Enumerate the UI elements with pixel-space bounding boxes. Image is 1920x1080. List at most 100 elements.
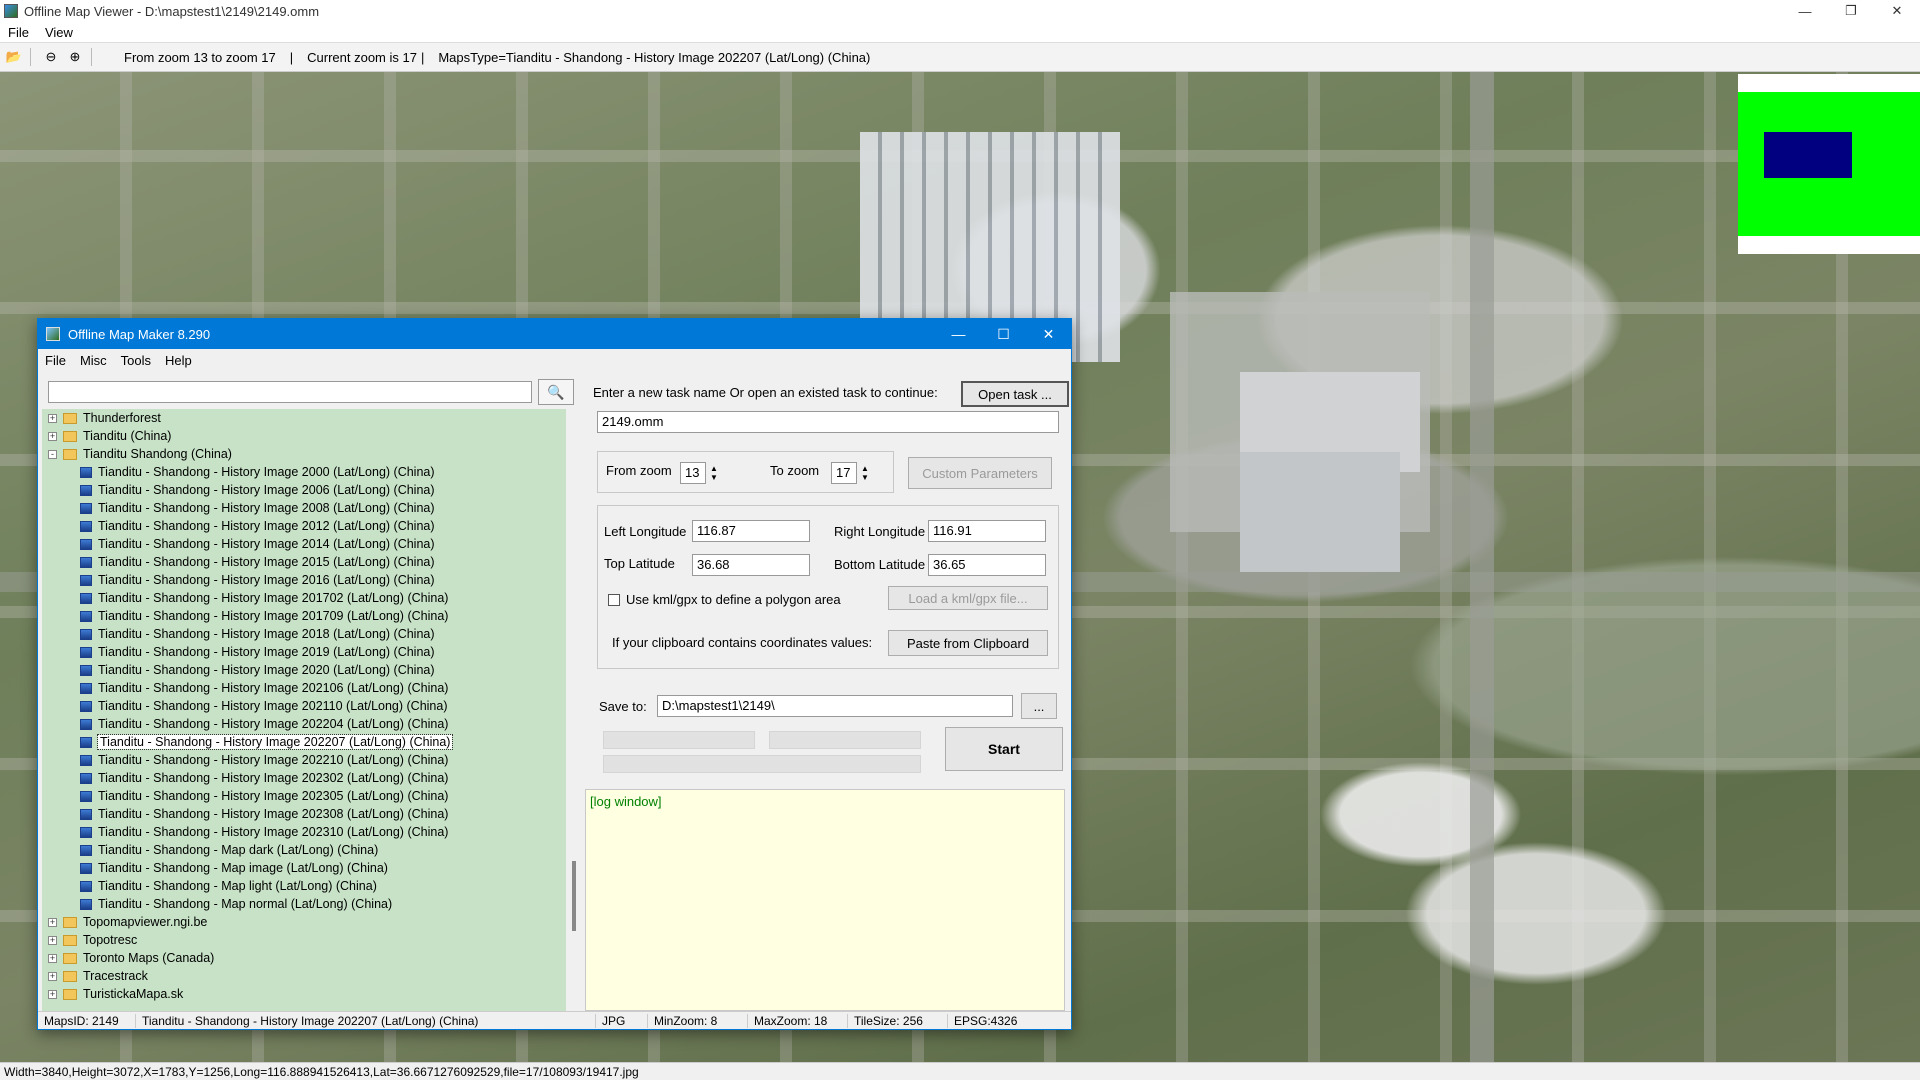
viewer-menu-view[interactable]: View bbox=[37, 25, 81, 40]
expand-icon[interactable]: + bbox=[48, 935, 57, 945]
tree-map-item[interactable]: Tianditu - Shandong - Map image (Lat/Lon… bbox=[42, 859, 566, 877]
scrollbar-thumb[interactable] bbox=[572, 861, 576, 931]
tree-map-item[interactable]: Tianditu - Shandong - History Image 2023… bbox=[42, 769, 566, 787]
right-longitude-field[interactable]: 116.91 bbox=[928, 520, 1046, 542]
maximize-icon[interactable]: ☐ bbox=[981, 319, 1026, 349]
zoom-out-icon[interactable]: ⊖ bbox=[41, 47, 61, 67]
custom-parameters-button[interactable]: Custom Parameters bbox=[908, 457, 1052, 489]
from-zoom-field[interactable]: 13 bbox=[680, 462, 706, 484]
map-icon bbox=[80, 808, 92, 820]
tree-folder-item[interactable]: + Thunderforest bbox=[42, 409, 566, 427]
tree-map-item[interactable]: Tianditu - Shandong - History Image 2016… bbox=[42, 571, 566, 589]
tree-folder-item[interactable]: + Topomapviewer.ngi.be bbox=[42, 913, 566, 931]
chevron-down-icon[interactable]: ▼ bbox=[710, 473, 718, 482]
chevron-up-icon[interactable]: ▲ bbox=[861, 464, 869, 473]
tree-map-item[interactable]: Tianditu - Shandong - History Image 2017… bbox=[42, 589, 566, 607]
browse-button[interactable]: ... bbox=[1021, 693, 1057, 719]
progress-bar bbox=[603, 755, 921, 773]
left-longitude-field[interactable]: 116.87 bbox=[692, 520, 810, 542]
bottom-latitude-field[interactable]: 36.65 bbox=[928, 554, 1046, 576]
tree-map-item[interactable]: Tianditu - Shandong - History Image 2008… bbox=[42, 499, 566, 517]
expand-icon[interactable]: + bbox=[48, 971, 57, 981]
maps-tree[interactable]: + Thunderforest + Tianditu (China) - Tianditu… bbox=[42, 409, 566, 1011]
status-tile-size: TileSize: 256 bbox=[848, 1013, 948, 1028]
viewer-status-bar: Width=3840,Height=3072,X=1783,Y=1256,Lon… bbox=[0, 1062, 1920, 1080]
map-icon bbox=[80, 736, 92, 748]
tree-scrollbar[interactable] bbox=[568, 409, 582, 1011]
expand-icon[interactable]: + bbox=[48, 917, 57, 927]
tree-map-item[interactable]: Tianditu - Shandong - History Image 2018… bbox=[42, 625, 566, 643]
tree-map-item[interactable]: Tianditu - Shandong - History Image 2022… bbox=[42, 733, 566, 751]
task-name-field[interactable]: 2149.omm bbox=[597, 411, 1059, 433]
start-button[interactable]: Start bbox=[945, 727, 1063, 771]
restore-icon[interactable]: ❐ bbox=[1828, 0, 1874, 22]
expand-icon[interactable]: + bbox=[48, 431, 57, 441]
tree-folder-item[interactable]: + TuristickaMapa.sk bbox=[42, 985, 566, 1003]
zoom-in-icon[interactable]: ⊕ bbox=[65, 47, 85, 67]
tree-map-item[interactable]: Tianditu - Shandong - History Image 2023… bbox=[42, 787, 566, 805]
tree-folder-item[interactable]: + Tianditu (China) bbox=[42, 427, 566, 445]
tree-map-item[interactable]: Tianditu - Shandong - History Image 2020… bbox=[42, 661, 566, 679]
search-button[interactable]: 🔍 bbox=[538, 379, 574, 405]
tree-folder-item[interactable]: + Topotresc bbox=[42, 931, 566, 949]
expand-icon[interactable]: + bbox=[48, 953, 57, 963]
tree-map-item[interactable]: Tianditu - Shandong - History Image 2021… bbox=[42, 697, 566, 715]
tree-item-label: TuristickaMapa.sk bbox=[83, 987, 184, 1001]
paste-from-clipboard-button[interactable]: Paste from Clipboard bbox=[888, 630, 1048, 656]
folder-icon bbox=[63, 430, 77, 442]
tree-item-label: Topomapviewer.ngi.be bbox=[83, 915, 208, 929]
chevron-down-icon[interactable]: ▼ bbox=[861, 473, 869, 482]
kml-checkbox[interactable] bbox=[608, 594, 620, 606]
left-longitude-label: Left Longitude bbox=[604, 524, 687, 539]
minimize-icon[interactable]: — bbox=[936, 319, 981, 349]
tree-folder-item[interactable]: + Tracestrack bbox=[42, 967, 566, 985]
close-icon[interactable]: ✕ bbox=[1026, 319, 1071, 349]
minimap-viewport-indicator[interactable] bbox=[1764, 132, 1852, 178]
log-window[interactable]: [log window] bbox=[585, 789, 1065, 1011]
maker-menu-tools[interactable]: Tools bbox=[114, 353, 158, 368]
tree-map-item[interactable]: Tianditu - Shandong - History Image 2015… bbox=[42, 553, 566, 571]
viewer-menu-file[interactable]: File bbox=[0, 25, 37, 40]
open-task-button[interactable]: Open task ... bbox=[961, 381, 1069, 407]
collapse-icon[interactable]: - bbox=[48, 449, 57, 459]
maker-menu-file[interactable]: File bbox=[38, 353, 73, 368]
tree-map-item[interactable]: Tianditu - Shandong - History Image 2021… bbox=[42, 679, 566, 697]
folder-icon bbox=[63, 916, 77, 928]
overview-minimap[interactable] bbox=[1738, 74, 1920, 254]
chevron-up-icon[interactable]: ▲ bbox=[710, 464, 718, 473]
tree-map-item[interactable]: Tianditu - Shandong - Map light (Lat/Lon… bbox=[42, 877, 566, 895]
expand-icon[interactable]: + bbox=[48, 413, 57, 423]
map-icon bbox=[80, 466, 92, 478]
expand-icon[interactable]: + bbox=[48, 989, 57, 999]
tree-map-item[interactable]: Tianditu - Shandong - History Image 2023… bbox=[42, 823, 566, 841]
maker-menu-help[interactable]: Help bbox=[158, 353, 199, 368]
minimize-icon[interactable]: — bbox=[1782, 0, 1828, 22]
tree-map-item[interactable]: Tianditu - Shandong - History Image 2006… bbox=[42, 481, 566, 499]
tree-map-item[interactable]: Tianditu - Shandong - History Image 2022… bbox=[42, 751, 566, 769]
tree-map-item[interactable]: Tianditu - Shandong - History Image 2000… bbox=[42, 463, 566, 481]
tree-folder-item[interactable]: + Toronto Maps (Canada) bbox=[42, 949, 566, 967]
tree-folder-item[interactable]: - Tianditu Shandong (China) bbox=[42, 445, 566, 463]
load-kml-button[interactable]: Load a kml/gpx file... bbox=[888, 586, 1048, 610]
top-latitude-field[interactable]: 36.68 bbox=[692, 554, 810, 576]
tree-map-item[interactable]: Tianditu - Shandong - History Image 2017… bbox=[42, 607, 566, 625]
open-folder-icon[interactable]: 📂 bbox=[4, 47, 24, 67]
tree-map-item[interactable]: Tianditu - Shandong - History Image 2012… bbox=[42, 517, 566, 535]
close-icon[interactable]: ✕ bbox=[1874, 0, 1920, 22]
tree-map-item[interactable]: Tianditu - Shandong - Map normal (Lat/Lo… bbox=[42, 895, 566, 913]
tree-map-item[interactable]: Tianditu - Shandong - History Image 2022… bbox=[42, 715, 566, 733]
maker-status-bar: MapsID: 2149 Tianditu - Shandong - Histo… bbox=[38, 1011, 1071, 1029]
task-prompt-label: Enter a new task name Or open an existed… bbox=[593, 385, 938, 400]
search-input[interactable] bbox=[48, 381, 532, 403]
viewer-toolbar: 📂 ⊖ ⊕ From zoom 13 to zoom 17 | Current … bbox=[0, 42, 1920, 72]
map-icon bbox=[80, 754, 92, 766]
tree-map-item[interactable]: Tianditu - Shandong - History Image 2019… bbox=[42, 643, 566, 661]
to-zoom-stepper[interactable]: ▲ ▼ bbox=[858, 462, 872, 484]
from-zoom-stepper[interactable]: ▲ ▼ bbox=[707, 462, 721, 484]
maker-menu-misc[interactable]: Misc bbox=[73, 353, 114, 368]
tree-map-item[interactable]: Tianditu - Shandong - History Image 2014… bbox=[42, 535, 566, 553]
to-zoom-field[interactable]: 17 bbox=[831, 462, 857, 484]
tree-map-item[interactable]: Tianditu - Shandong - Map dark (Lat/Long… bbox=[42, 841, 566, 859]
tree-map-item[interactable]: Tianditu - Shandong - History Image 2023… bbox=[42, 805, 566, 823]
save-to-field[interactable]: D:\mapstest1\2149\ bbox=[657, 695, 1013, 717]
